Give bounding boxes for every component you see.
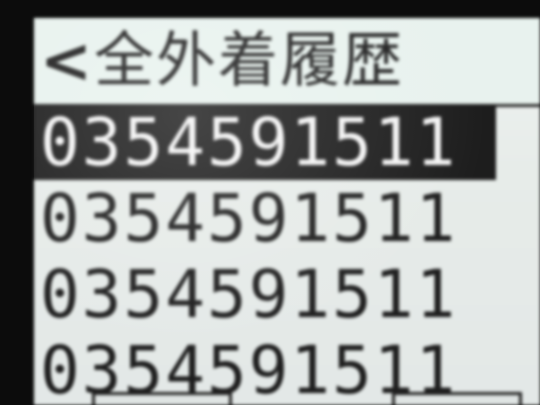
history-item-selected[interactable]: 0354591511 [34,103,496,181]
history-item-number: 0354591511 [40,255,458,333]
softkey-left[interactable] [92,392,232,405]
call-history-list: 0354591511 0354591511 0354591511 0354591… [34,104,540,405]
softkey-bar [34,392,540,405]
softkey-right[interactable] [392,392,522,405]
page-title: 全外着履歴 [93,26,404,96]
phone-screen: < 全外着履歴 0354591511 0354591511 0354591511… [34,18,540,405]
screen-header: < 全外着履歴 [34,18,540,107]
softkey-center[interactable] [302,392,332,405]
history-item[interactable]: 0354591511 [34,255,540,333]
history-item-number: 0354591511 [40,103,458,181]
history-item[interactable]: 0354591511 [34,179,540,257]
chevron-left-icon[interactable]: < [40,30,92,92]
history-item-number: 0354591511 [40,179,458,257]
